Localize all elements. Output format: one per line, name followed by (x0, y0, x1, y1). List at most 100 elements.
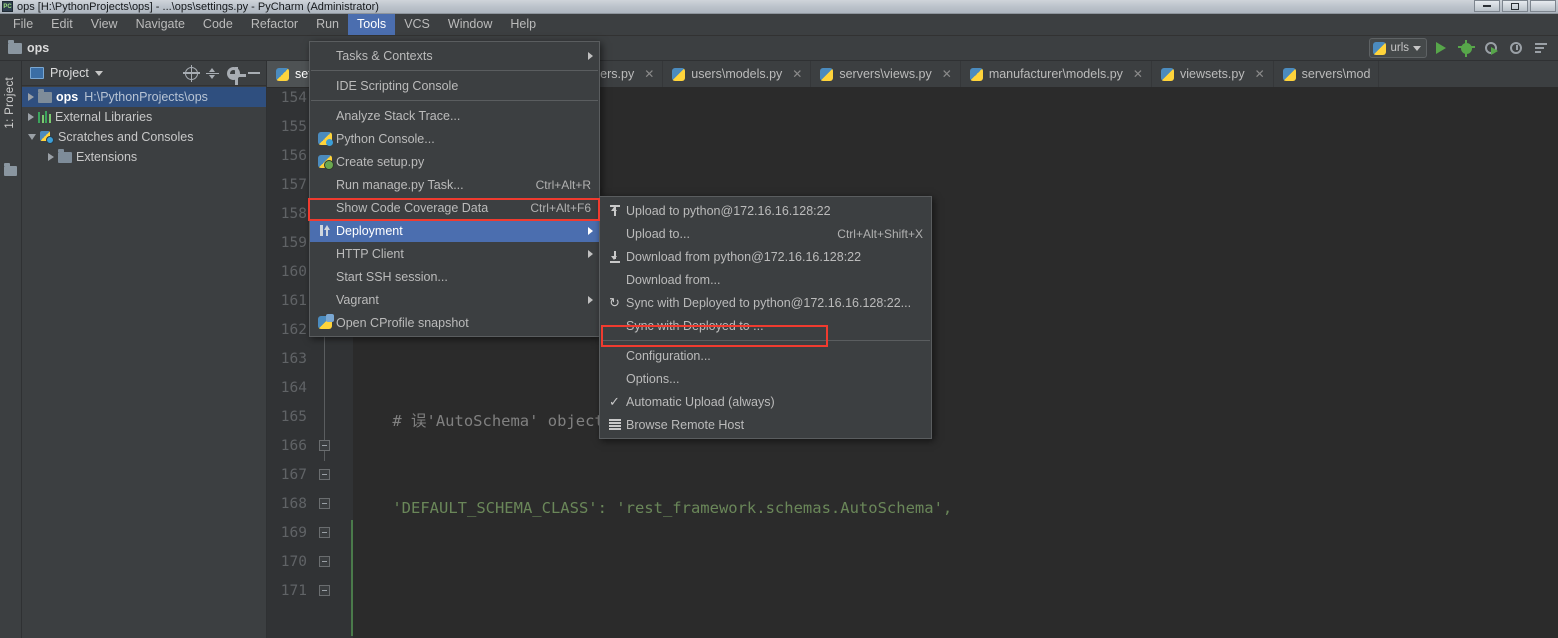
menu-item-python-console[interactable]: Python Console... (310, 127, 599, 150)
tree-item-ops[interactable]: ops H:\PythonProjects\ops (22, 87, 266, 107)
menu-item-http-client[interactable]: HTTP Client (310, 242, 599, 265)
project-panel-actions[interactable] (183, 64, 260, 85)
debug-button[interactable] (1455, 38, 1477, 58)
maximize-icon[interactable] (1502, 0, 1528, 12)
window-controls[interactable] (1474, 0, 1556, 12)
tab-manufacturer-models-py[interactable]: manufacturer\models.py ✕ (961, 61, 1152, 87)
coverage-button[interactable] (1480, 38, 1502, 58)
deployment-submenu[interactable]: Upload to python@172.16.16.128:22 Upload… (599, 196, 932, 439)
menu-tools[interactable]: Tools (348, 14, 396, 35)
menu-help[interactable]: Help (501, 14, 545, 35)
code-line: 'DEFAULT_SCHEMA_CLASS': 'rest_framework.… (353, 494, 1558, 523)
close-icon[interactable]: ✕ (1255, 67, 1265, 81)
menu-item-vagrant[interactable]: Vagrant (310, 288, 599, 311)
minimize-icon[interactable] (1474, 0, 1500, 12)
menu-item-analyze-stack-trace[interactable]: Analyze Stack Trace... (310, 104, 599, 127)
chevron-down-icon[interactable] (1413, 45, 1421, 51)
console-button[interactable] (1530, 38, 1552, 58)
close-icon[interactable] (1530, 0, 1556, 12)
fold-marker[interactable] (319, 556, 330, 567)
fold-marker[interactable] (319, 440, 330, 451)
menu-edit[interactable]: Edit (42, 14, 82, 35)
target-icon[interactable] (183, 64, 200, 82)
menu-item-label: Run manage.py Task... (336, 177, 464, 192)
fold-marker[interactable] (319, 527, 330, 538)
menu-item-upload-to-host[interactable]: Upload to python@172.16.16.128:22 (600, 199, 931, 222)
coverage-icon (1485, 42, 1498, 55)
menu-item-label: Show Code Coverage Data (336, 200, 489, 215)
menu-item-sync-with-deployed-to-host[interactable]: ↻ Sync with Deployed to python@172.16.16… (600, 291, 931, 314)
tree-item-external-libraries[interactable]: External Libraries (22, 107, 266, 127)
menu-refactor[interactable]: Refactor (242, 14, 307, 35)
gear-icon[interactable] (227, 66, 246, 85)
menu-code[interactable]: Code (194, 14, 242, 35)
tab-users-models-py[interactable]: users\models.py ✕ (663, 61, 812, 87)
deployment-icon (316, 224, 333, 237)
chevron-right-icon[interactable] (28, 93, 34, 101)
menu-item-shortcut: Ctrl+Alt+Shift+X (837, 226, 923, 241)
menu-item-automatic-upload[interactable]: ✓ Automatic Upload (always) (600, 390, 931, 413)
run-toolbar[interactable]: urls (1369, 38, 1552, 58)
tab-viewsets-py[interactable]: viewsets.py ✕ (1152, 61, 1274, 87)
menu-item-label: Upload to python@172.16.16.128:22 (626, 203, 831, 218)
menu-item-options[interactable]: Options... (600, 367, 931, 390)
close-icon[interactable]: ✕ (1133, 67, 1143, 81)
menu-item-sync-with-deployed-to[interactable]: Sync with Deployed to ... (600, 314, 931, 337)
menu-item-create-setup-py[interactable]: Create setup.py (310, 150, 599, 173)
fold-marker[interactable] (319, 585, 330, 596)
tab-servers-views-py[interactable]: servers\views.py ✕ (811, 61, 961, 87)
profile-icon (1510, 42, 1522, 54)
tab-label: users\models.py (691, 67, 783, 81)
run-button[interactable] (1430, 38, 1452, 58)
tree-item-label: Extensions (76, 150, 138, 164)
profile-button[interactable] (1505, 38, 1527, 58)
menu-separator (311, 70, 598, 71)
menu-item-run-manage-py-task[interactable]: Run manage.py Task... Ctrl+Alt+R (310, 173, 599, 196)
sidebar-item-project[interactable]: 1: Project (2, 73, 18, 133)
tree-item-scratches-and-consoles[interactable]: Scratches and Consoles (22, 127, 266, 147)
menu-vcs[interactable]: VCS (395, 14, 439, 35)
chevron-down-icon[interactable] (94, 70, 103, 76)
run-configuration-selector[interactable]: urls (1369, 38, 1427, 58)
folder-icon (4, 163, 17, 176)
menu-item-open-cprofile-snapshot[interactable]: Open CProfile snapshot (310, 311, 599, 334)
collapse-icon[interactable] (206, 67, 219, 80)
menu-item-browse-remote-host[interactable]: Browse Remote Host (600, 413, 931, 436)
tree-item-extensions[interactable]: Extensions (22, 147, 266, 167)
close-icon[interactable]: ✕ (942, 67, 952, 81)
menu-item-ide-scripting-console[interactable]: IDE Scripting Console (310, 74, 599, 97)
menu-view[interactable]: View (82, 14, 127, 35)
menu-item-download-from[interactable]: Download from... (600, 268, 931, 291)
fold-marker[interactable] (319, 498, 330, 509)
chevron-right-icon[interactable] (48, 153, 54, 161)
project-panel-title: Project (50, 66, 89, 80)
menu-item-deployment[interactable]: Deployment (310, 219, 599, 242)
menu-item-start-ssh-session[interactable]: Start SSH session... (310, 265, 599, 288)
chevron-down-icon[interactable] (28, 134, 36, 140)
minus-icon[interactable] (248, 72, 260, 74)
project-panel-title-group[interactable]: Project (30, 66, 103, 80)
chevron-right-icon (588, 249, 593, 258)
main-menubar[interactable]: File Edit View Navigate Code Refactor Ru… (0, 14, 1558, 36)
menu-item-upload-to[interactable]: Upload to... Ctrl+Alt+Shift+X (600, 222, 931, 245)
tab-servers-mod[interactable]: servers\mod (1274, 61, 1380, 87)
fold-marker[interactable] (319, 469, 330, 480)
menu-window[interactable]: Window (439, 14, 501, 35)
menu-file[interactable]: File (4, 14, 42, 35)
menu-separator (601, 340, 930, 341)
menu-navigate[interactable]: Navigate (127, 14, 194, 35)
folder-icon (58, 148, 72, 163)
chevron-right-icon[interactable] (28, 113, 34, 121)
menu-item-show-code-coverage-data[interactable]: Show Code Coverage Data Ctrl+Alt+F6 (310, 196, 599, 219)
menu-run[interactable]: Run (307, 14, 348, 35)
tools-menu[interactable]: Tasks & Contexts IDE Scripting Console A… (309, 41, 600, 337)
breadcrumb[interactable]: ops (8, 39, 49, 55)
menu-item-download-from-host[interactable]: Download from python@172.16.16.128:22 (600, 245, 931, 268)
menu-item-tasks-and-contexts[interactable]: Tasks & Contexts (310, 44, 599, 67)
menu-item-configuration[interactable]: Configuration... (600, 344, 931, 367)
close-icon[interactable]: ✕ (644, 67, 654, 81)
project-tree[interactable]: ops H:\PythonProjects\ops External Libra… (22, 86, 266, 167)
close-icon[interactable]: ✕ (792, 67, 802, 81)
check-icon: ✓ (609, 394, 620, 409)
pycharm-icon: PC (2, 1, 13, 12)
